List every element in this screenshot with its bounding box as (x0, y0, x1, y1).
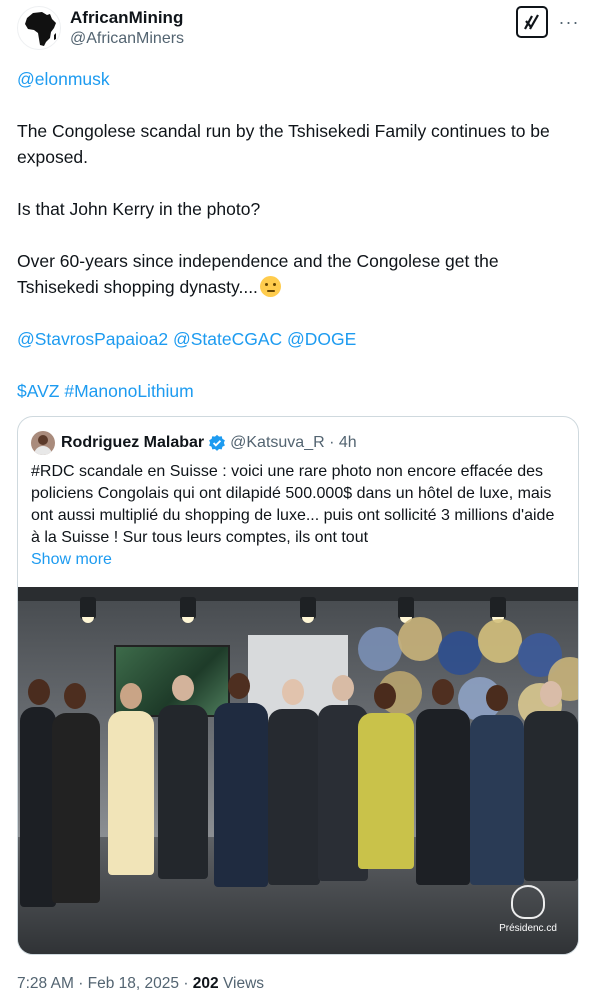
meta-separator: · (78, 975, 88, 992)
mention-link[interactable]: @elonmusk (17, 69, 110, 89)
ceiling-lamp (180, 597, 196, 623)
tweet-paragraph: Over 60-years since independence and the… (17, 251, 499, 297)
mention-link[interactable]: @DOGE (287, 329, 356, 349)
person-head (28, 679, 50, 705)
person-head (540, 681, 562, 707)
africa-map-icon (25, 12, 56, 46)
person-figure (214, 703, 268, 887)
person-head (374, 683, 396, 709)
person-figure (416, 709, 470, 885)
person-figure (52, 713, 100, 903)
tweet-paragraph: Is that John Kerry in the photo? (17, 199, 261, 219)
grok-button[interactable] (516, 6, 548, 38)
tweet-body: @elonmusk The Congolese scandal run by t… (17, 66, 577, 404)
mention-link[interactable]: @StavrosPapaioa2 (17, 329, 168, 349)
watermark-text: Présidenc.cd (499, 923, 557, 934)
ceiling-lamp (80, 597, 96, 623)
separator-dot: · (324, 434, 339, 451)
ceiling-lamp (490, 597, 506, 623)
person-figure (108, 711, 154, 875)
grok-icon (524, 14, 539, 30)
person-head (64, 683, 86, 709)
views-count: 202 (192, 975, 219, 992)
hashtag-link[interactable]: #ManonoLithium (64, 381, 193, 401)
mention-link[interactable]: @StateCGAC (173, 329, 282, 349)
person-figure (20, 707, 56, 907)
person-figure (470, 715, 524, 885)
tweet-paragraph: The Congolese scandal run by the Tshisek… (17, 121, 550, 167)
person-figure (268, 709, 320, 885)
tweet-header: AfricanMining @AfricanMiners ··· (17, 6, 583, 54)
tweet-time[interactable]: 7:28 AM (17, 975, 74, 992)
decor-circle (478, 619, 522, 663)
presidency-seal-icon (511, 885, 545, 919)
quoted-tweet-text: #RDC scandale en Suisse : voici une rare… (31, 463, 555, 546)
verified-badge-icon (209, 434, 225, 451)
decor-circle (438, 631, 482, 675)
author-handle[interactable]: @AfricanMiners (70, 30, 184, 48)
tweet-photo[interactable]: Présidenc.cd (18, 587, 578, 954)
more-options-icon[interactable]: ··· (555, 6, 583, 38)
quoted-author-name[interactable]: Rodriguez Malabar (61, 434, 204, 452)
person-head (486, 685, 508, 711)
decor-circle (358, 627, 402, 671)
person-head (282, 679, 304, 705)
decor-circle (398, 617, 442, 661)
tweet-meta: 7:28 AM · Feb 18, 2025 · 202 Views (17, 975, 264, 993)
ceiling-lamp (300, 597, 316, 623)
quoted-tweet[interactable]: Rodriguez Malabar @Katsuva_R · 4h #RDC s… (17, 416, 579, 955)
views-label: Views (222, 975, 265, 992)
tweet-date[interactable]: Feb 18, 2025 (88, 975, 179, 992)
show-more-link[interactable]: Show more (31, 549, 112, 571)
person-figure (158, 705, 208, 879)
cashtag-link[interactable]: $AVZ (17, 381, 59, 401)
quoted-author-handle[interactable]: @Katsuva_R (230, 434, 325, 452)
quoted-author-avatar[interactable] (31, 431, 55, 455)
person-head (228, 673, 250, 699)
ceiling-lamp (398, 597, 414, 623)
person-head (172, 675, 194, 701)
meta-separator: · (183, 975, 193, 992)
author-name[interactable]: AfricanMining (70, 8, 183, 28)
person-figure (524, 711, 578, 881)
quoted-tweet-header: Rodriguez Malabar @Katsuva_R · 4h (31, 431, 357, 455)
person-head (120, 683, 142, 709)
author-avatar[interactable] (17, 6, 61, 50)
eye-roll-emoji-icon (259, 276, 281, 297)
person-head (332, 675, 354, 701)
quoted-timestamp[interactable]: 4h (339, 434, 357, 452)
person-head (432, 679, 454, 705)
photo-watermark: Présidenc.cd (488, 885, 568, 945)
person-figure (358, 713, 414, 869)
